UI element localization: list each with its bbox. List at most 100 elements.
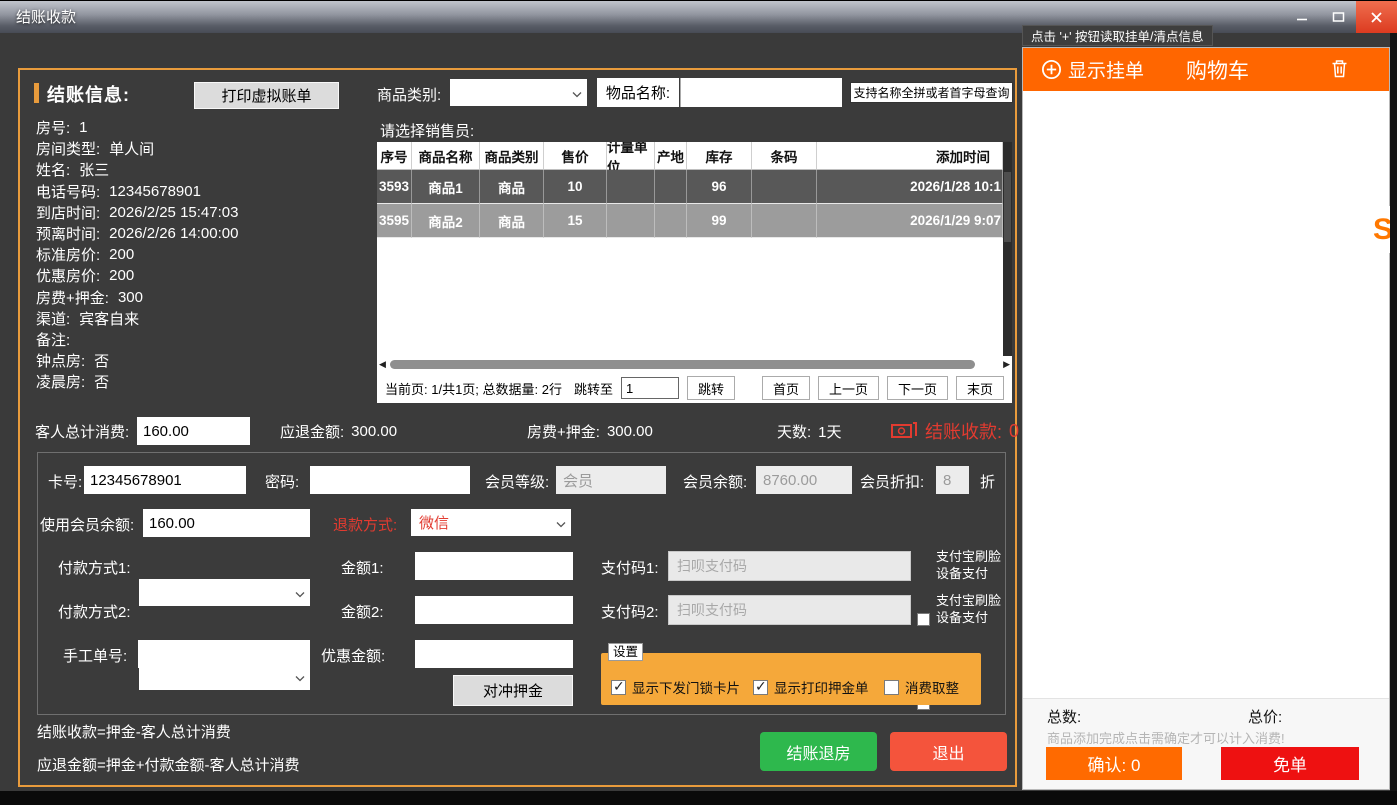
refund-method-value: 微信 [419, 512, 449, 533]
scrollbar-thumb[interactable] [390, 360, 975, 369]
pay-method2-label: 付款方式2: [58, 601, 131, 622]
table-cell: 3595 [377, 204, 412, 238]
amount2-input[interactable] [415, 596, 573, 624]
table-horizontal-scrollbar[interactable]: ◀ ▶ [377, 356, 1012, 373]
scroll-right-icon[interactable]: ▶ [1003, 359, 1010, 370]
close-icon[interactable] [1356, 1, 1397, 33]
pay-code2-label: 支付码2: [601, 601, 659, 622]
card-number-input[interactable] [84, 466, 246, 494]
use-balance-input[interactable] [143, 509, 310, 537]
manual-order-input[interactable] [138, 640, 310, 668]
cart-title: 购物车 [1186, 48, 1249, 91]
print-deposit-checkbox[interactable] [753, 680, 768, 695]
alipay-face-checkbox-1[interactable] [917, 613, 930, 626]
refund-method-select[interactable]: 微信 [411, 509, 571, 536]
info-label: 房间类型: [36, 138, 100, 159]
setting-option[interactable]: 显示打印押金单 [753, 677, 869, 697]
bottom-edge-strip [0, 791, 1397, 805]
confirm-button[interactable]: 确认: 0 [1046, 747, 1182, 780]
payment-form: 卡号: 密码: 会员等级: 会员 会员余额: 8760.00 会员折扣: 8 折… [37, 452, 1006, 715]
guest-total-input[interactable] [137, 417, 250, 445]
cart-footer: 总数: 总价: 商品添加完成点击需确定才可以计入消费! 确认: 0 免单 [1023, 698, 1389, 789]
info-value: 单人间 [109, 138, 154, 159]
info-label: 凌晨房: [36, 371, 85, 392]
exit-button[interactable]: 退出 [890, 732, 1007, 771]
item-name-input[interactable] [680, 78, 842, 107]
print-virtual-bill-button[interactable]: 打印虚拟账单 [194, 82, 339, 109]
trash-icon[interactable] [1331, 59, 1348, 83]
brand-logo: S [1373, 213, 1390, 247]
table-column-header[interactable]: 条码 [752, 142, 817, 170]
pay-code2-input[interactable] [668, 595, 911, 625]
last-page-button[interactable]: 末页 [956, 376, 1004, 400]
table-column-header[interactable]: 产地 [655, 142, 687, 170]
days-value: 1天 [818, 421, 841, 442]
table-column-header[interactable]: 计量单位 [607, 142, 655, 170]
checkout-button[interactable]: 结账退房 [760, 732, 877, 771]
table-cell: 商品 [480, 204, 544, 238]
info-value: 1 [79, 119, 87, 136]
show-pending-orders-button[interactable]: 显示挂单 [1041, 48, 1144, 91]
offset-deposit-button[interactable]: 对冲押金 [453, 675, 573, 706]
free-order-button[interactable]: 免单 [1221, 747, 1359, 780]
room-deposit-value: 300.00 [607, 423, 653, 440]
pay-code1-input[interactable] [668, 551, 911, 581]
first-page-button[interactable]: 首页 [762, 376, 810, 400]
right-edge-strip [1390, 33, 1397, 805]
info-value: 200 [109, 267, 134, 284]
pay-method1-select[interactable] [139, 579, 310, 606]
table-row[interactable]: 3593 商品1 商品 10 96 2026/1/28 10:1 [377, 170, 1003, 204]
amount1-input[interactable] [415, 552, 573, 580]
amount1-label: 金额1: [341, 557, 384, 578]
refund-amount-label: 应退金额: [280, 421, 344, 442]
info-value: 2026/2/26 14:00:00 [109, 225, 238, 242]
jump-page-input[interactable] [621, 377, 679, 399]
maximize-icon[interactable] [1320, 1, 1357, 33]
manual-order-label: 手工单号: [63, 645, 127, 666]
category-select[interactable] [450, 79, 587, 106]
table-row[interactable]: 3595 商品2 商品 15 99 2026/1/29 9:07 [377, 204, 1003, 238]
info-row: 房号: 1 [36, 117, 238, 138]
setting-option[interactable]: 显示下发门锁卡片 [611, 677, 740, 697]
info-row: 标准房价:200 [36, 244, 238, 265]
side-logo-tab[interactable]: S [1368, 206, 1390, 253]
table-cell [752, 170, 817, 204]
jump-button[interactable]: 跳转 [687, 376, 735, 400]
lock-card-checkbox[interactable] [611, 680, 626, 695]
info-value: 否 [94, 350, 109, 371]
scrollbar-thumb[interactable] [1004, 172, 1011, 242]
discount-amount-input[interactable] [415, 640, 573, 668]
info-label: 标准房价: [36, 244, 100, 265]
table-column-header[interactable]: 售价 [544, 142, 607, 170]
setting-option[interactable]: 消费取整 [884, 677, 959, 697]
discount-amount-label: 优惠金额: [321, 645, 385, 666]
category-label: 商品类别: [377, 84, 441, 105]
table-cell [655, 204, 687, 238]
minimize-icon[interactable] [1283, 1, 1320, 33]
card-number-label: 卡号: [48, 471, 82, 492]
info-label: 房号: [36, 117, 70, 138]
checkout-amount-value: 0 [1009, 421, 1019, 442]
next-page-button[interactable]: 下一页 [887, 376, 948, 400]
table-cell: 3593 [377, 170, 412, 204]
table-cell: 2026/1/28 10:1 [817, 170, 1003, 204]
settings-group: 设置 显示下发门锁卡片 显示打印押金单 消费取整 [601, 653, 981, 705]
table-column-header[interactable]: 商品类别 [480, 142, 544, 170]
table-cell: 10 [544, 170, 607, 204]
table-vertical-scrollbar[interactable] [1003, 142, 1012, 356]
prev-page-button[interactable]: 上一页 [818, 376, 879, 400]
room-deposit-label: 房费+押金: [527, 421, 600, 442]
table-column-header[interactable]: 添加时间 [817, 142, 1003, 170]
member-level-label: 会员等级: [485, 471, 549, 492]
table-cell: 99 [687, 204, 752, 238]
round-consumption-checkbox[interactable] [884, 680, 899, 695]
member-discount-label: 会员折扣: [860, 471, 924, 492]
member-level-field: 会员 [556, 466, 666, 494]
table-column-header[interactable]: 序号 [377, 142, 412, 170]
table-column-header[interactable]: 商品名称 [412, 142, 480, 170]
info-row: 电话号码:12345678901 [36, 181, 238, 202]
scroll-left-icon[interactable]: ◀ [379, 359, 386, 370]
password-input[interactable] [310, 466, 470, 494]
table-column-header[interactable]: 库存 [687, 142, 752, 170]
section-accent-bar [34, 83, 39, 103]
